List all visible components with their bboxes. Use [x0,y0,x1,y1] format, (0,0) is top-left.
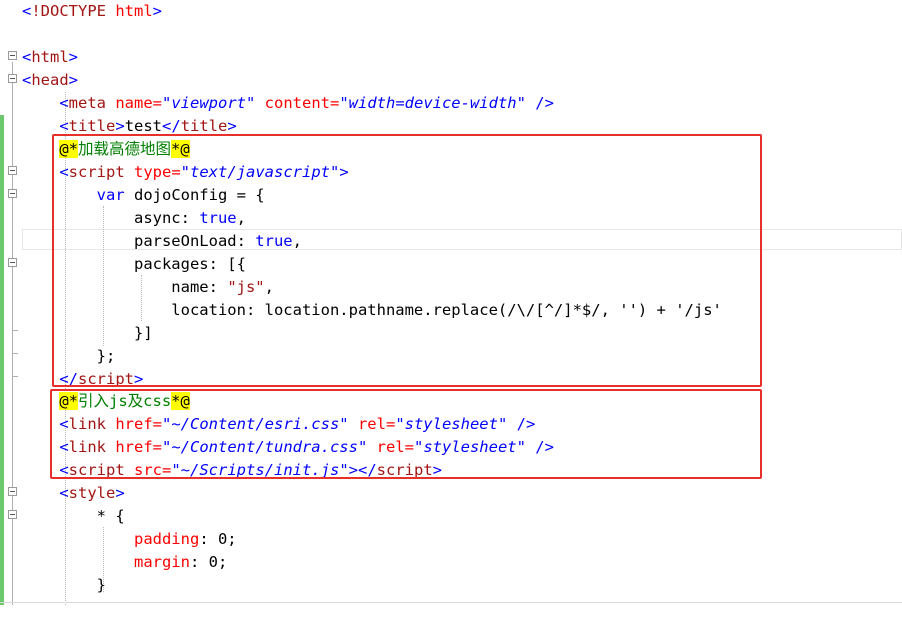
token: content= [255,94,340,112]
token: padding [22,530,200,548]
token: > [227,117,237,135]
fold-toggle-icon[interactable] [8,166,17,175]
token: style [68,484,116,502]
token: html [106,2,153,20]
token: > [115,117,125,135]
token: head [31,71,69,89]
token: < [22,484,69,502]
editor-bottom-border [0,602,902,603]
token: < [22,48,32,66]
fold-toggle-icon[interactable] [8,487,17,496]
fold-toggle-icon[interactable] [8,258,17,267]
token: } [22,576,106,594]
code-line[interactable]: <!DOCTYPE html> [0,0,902,23]
token: : 0; [199,530,237,548]
code-line[interactable]: } [0,574,902,597]
token: meta [68,94,106,112]
token: !DOCTYPE [31,2,106,20]
fold-toggle-icon[interactable] [8,189,17,198]
code-editor[interactable]: <!DOCTYPE html> <html> <head> <meta name… [0,0,902,605]
code-line[interactable]: * { [0,505,902,528]
code-line[interactable]: <style> [0,482,902,505]
annotation-box-amap [52,134,762,387]
code-line[interactable]: <meta name="viewport" content="width=dev… [0,92,902,115]
token: name= [106,94,162,112]
token: * { [22,507,125,525]
token: margin [22,553,190,571]
fold-toggle-icon[interactable] [8,74,17,83]
token: : 0; [189,553,228,571]
token: > [68,71,79,89]
token: < [22,2,32,20]
annotation-box-includes [50,389,762,479]
code-line[interactable]: <html> [0,46,902,69]
token: "viewport" [162,94,256,112]
token: < [22,94,69,112]
token: > [68,48,79,66]
fold-toggle-icon[interactable] [8,510,17,519]
token: </ [162,117,181,135]
fold-toggle-icon[interactable] [8,51,17,60]
token: < [22,117,69,135]
token: test [124,117,163,135]
token: < [22,71,32,89]
code-line[interactable]: margin: 0; [0,551,902,574]
token: "width=device-width" [339,94,526,112]
token: /> [525,94,554,112]
code-line[interactable]: <head> [0,69,902,92]
token: > [115,484,125,502]
token: > [152,2,163,20]
token: title [180,117,228,135]
code-line[interactable]: padding: 0; [0,528,902,551]
token: title [68,117,116,135]
token: html [31,48,69,66]
